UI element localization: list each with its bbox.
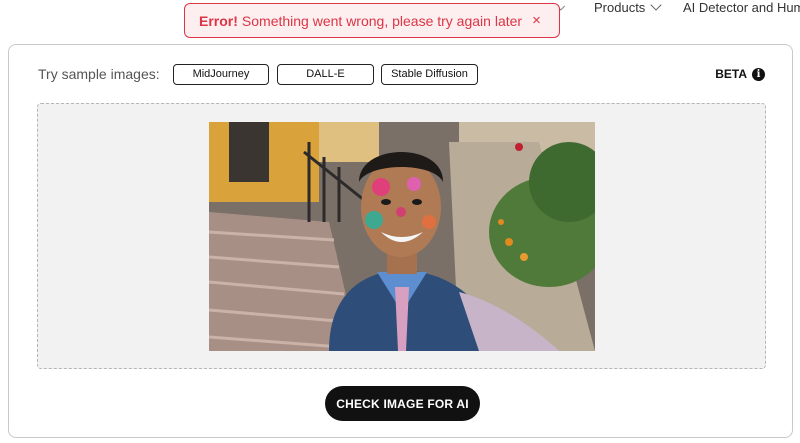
- image-dropzone[interactable]: [37, 103, 766, 369]
- beta-badge: BETA i: [715, 67, 765, 81]
- uploaded-image: [209, 122, 595, 351]
- info-icon[interactable]: i: [752, 67, 765, 81]
- chevron-down-icon: [650, 0, 662, 11]
- detector-card: Try sample images: MidJourney DALL-E Sta…: [8, 44, 793, 438]
- sample-images-label: Try sample images:: [38, 66, 160, 82]
- check-image-button[interactable]: CHECK IMAGE FOR AI: [325, 386, 480, 421]
- error-toast: Error! Something went wrong, please try …: [184, 3, 560, 38]
- nav-ai-detector[interactable]: AI Detector and Hum: [683, 0, 800, 16]
- sample-dalle-button[interactable]: DALL-E: [277, 64, 374, 85]
- error-message: Something went wrong, please try again l…: [241, 12, 523, 29]
- sample-stable-diffusion-button[interactable]: Stable Diffusion: [381, 64, 478, 85]
- nav-ai-detector-label: AI Detector and Hum: [683, 0, 800, 15]
- sample-midjourney-button[interactable]: MidJourney: [173, 64, 269, 85]
- beta-label: BETA: [715, 67, 747, 81]
- nav-products-label: Products: [594, 0, 646, 15]
- page: Products AI Detector and Hum Error! Some…: [0, 0, 800, 443]
- selfie-photo: [209, 122, 595, 351]
- nav-products[interactable]: Products: [594, 0, 662, 16]
- close-icon[interactable]: ×: [532, 12, 541, 29]
- error-title: Error!: [199, 12, 238, 29]
